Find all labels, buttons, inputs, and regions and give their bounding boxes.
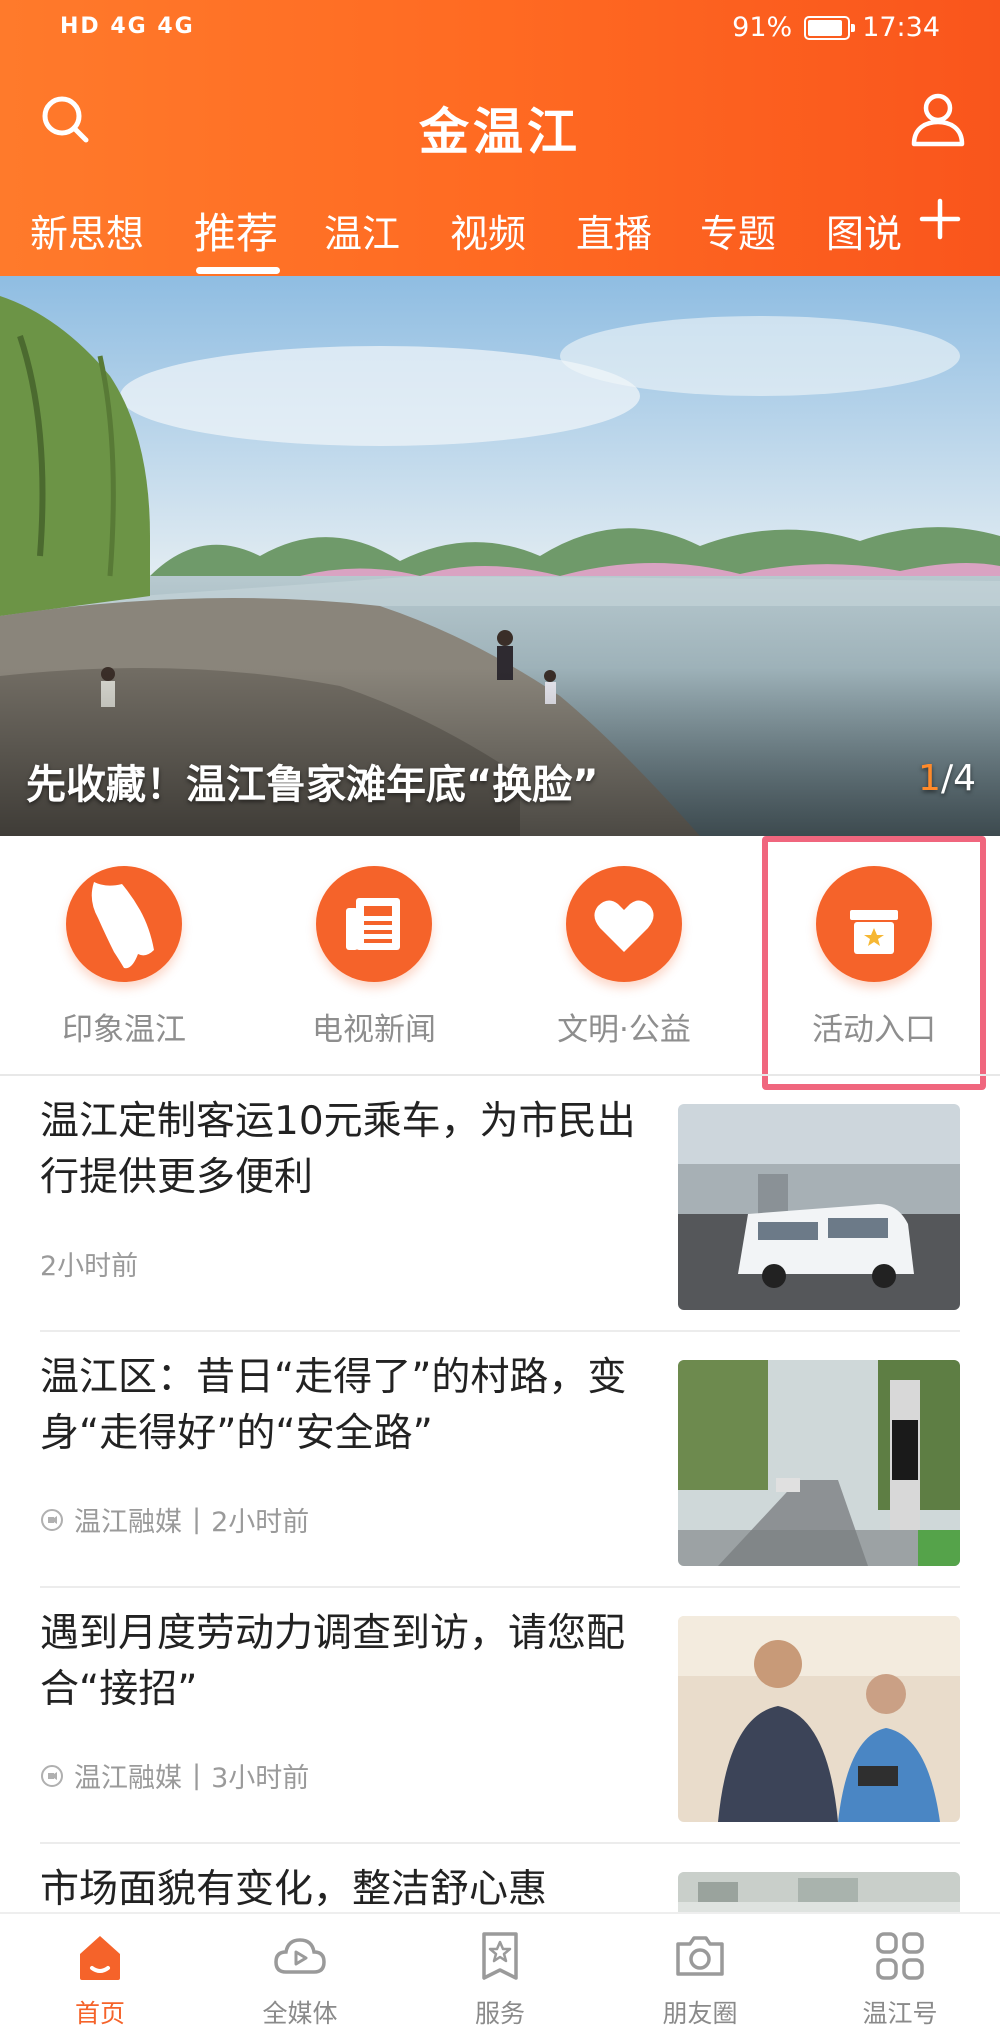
- battery-percent: 91%: [732, 12, 793, 43]
- nav-moments[interactable]: 朋友圈: [620, 1928, 780, 2030]
- newspaper-icon: [316, 866, 432, 982]
- news-meta: 2小时前: [40, 1244, 138, 1283]
- network-indicators: HD 4G 4G: [60, 14, 195, 39]
- banner-carousel[interactable]: 先收藏！温江鲁家滩年底“换脸” 1/4: [0, 276, 1000, 836]
- user-profile-icon[interactable]: [906, 88, 970, 152]
- heart-icon: [566, 866, 682, 982]
- status-bar: HD 4G 4G 91% 17:34: [0, 0, 1000, 62]
- nav-label: 朋友圈: [662, 1999, 738, 2028]
- nav-label: 首页: [74, 1999, 125, 2028]
- source-media-icon: [41, 1764, 63, 1787]
- nav-label: 全媒体: [262, 1999, 338, 2028]
- nav-label: 服务: [474, 1999, 525, 2028]
- news-title: 遇到月度劳动力调查到访，请您配合“接招”: [40, 1611, 626, 1712]
- tab-wenjiang[interactable]: 温江: [324, 203, 400, 258]
- news-source: 温江融媒: [74, 1507, 182, 1538]
- active-tab-indicator: [196, 267, 280, 274]
- add-channel-icon[interactable]: [918, 197, 962, 241]
- nav-services[interactable]: 服务: [420, 1928, 580, 2030]
- tab-topics[interactable]: 专题: [700, 203, 776, 258]
- channel-tabs: 新思想 推荐 温江 视频 直播 专题 图说: [0, 185, 1000, 275]
- meta-separator: |: [192, 1760, 202, 1791]
- app-header: HD 4G 4G 91% 17:34 金温江 新思想 推荐 温江 视频 直播 专…: [0, 0, 1000, 276]
- news-meta: 温江融媒 | 2小时前: [40, 1500, 309, 1539]
- news-title: 市场面貌有变化，整洁舒心惠: [40, 1867, 548, 1912]
- news-item[interactable]: 温江区：昔日“走得了”的村路，变身“走得好”的“安全路” 温江融媒 | 2小时前: [40, 1332, 960, 1588]
- tab-video[interactable]: 视频: [450, 203, 526, 258]
- media-cloud-icon: [274, 1938, 326, 1974]
- news-time: 3小时前: [211, 1763, 310, 1794]
- banner-total-pages: /4: [940, 758, 976, 799]
- app-title: 金温江: [419, 103, 581, 161]
- nav-wenjiang-accounts[interactable]: 温江号: [820, 1928, 980, 2030]
- title-bar: 金温江: [0, 70, 1000, 170]
- activity-highlight-box: [762, 836, 986, 1090]
- bottom-navigation: 首页 全媒体 服务 朋友圈 温江号: [0, 1912, 1000, 2041]
- tab-recommend[interactable]: 推荐: [194, 200, 278, 261]
- battery-icon: [804, 15, 856, 40]
- nav-home[interactable]: 首页: [20, 1928, 180, 2030]
- meta-separator: |: [192, 1504, 202, 1535]
- news-item[interactable]: 遇到月度劳动力调查到访，请您配合“接招” 温江融媒 | 3小时前: [40, 1588, 960, 1844]
- news-title: 温江区：昔日“走得了”的村路，变身“走得好”的“安全路”: [40, 1355, 627, 1456]
- news-thumbnail: [678, 1616, 960, 1822]
- status-right: 91% 17:34: [732, 12, 940, 43]
- banner-page-indicator: 1/4: [918, 758, 976, 799]
- shortcut-tv-news[interactable]: 电视新闻: [264, 866, 484, 1056]
- camera-icon: [676, 1936, 724, 1976]
- tab-live[interactable]: 直播: [576, 203, 652, 258]
- nav-all-media[interactable]: 全媒体: [220, 1928, 380, 2030]
- banner-caption: 先收藏！温江鲁家滩年底“换脸”: [26, 762, 599, 808]
- news-meta: 温江融媒 | 3小时前: [40, 1756, 309, 1795]
- tab-xinsixiang[interactable]: 新思想: [30, 203, 144, 258]
- shortcut-label: 印象温江: [62, 1012, 186, 1048]
- news-time: 2小时前: [40, 1251, 139, 1282]
- grid-icon: [876, 1932, 924, 1980]
- news-source: 温江融媒: [74, 1763, 182, 1794]
- source-media-icon: [41, 1508, 63, 1531]
- tab-photos[interactable]: 图说: [826, 203, 902, 258]
- service-star-icon: [482, 1932, 518, 1980]
- clock: 17:34: [862, 12, 940, 43]
- shortcut-civility-charity[interactable]: 文明·公益: [514, 866, 734, 1056]
- news-title: 温江定制客运10元乘车，为市民出行提供更多便利: [40, 1099, 636, 1200]
- shortcut-label: 电视新闻: [312, 1012, 436, 1048]
- news-thumbnail: [678, 1104, 960, 1310]
- map-icon: [66, 866, 182, 982]
- shortcut-label: 文明·公益: [557, 1012, 691, 1048]
- shortcut-impression-wenjiang[interactable]: 印象温江: [14, 866, 234, 1056]
- nav-label: 温江号: [862, 1999, 938, 2028]
- news-item[interactable]: 温江定制客运10元乘车，为市民出行提供更多便利 2小时前: [40, 1076, 960, 1332]
- banner-current-page: 1: [918, 758, 941, 799]
- home-icon: [80, 1936, 120, 1980]
- news-thumbnail: [678, 1360, 960, 1566]
- news-time: 2小时前: [211, 1507, 310, 1538]
